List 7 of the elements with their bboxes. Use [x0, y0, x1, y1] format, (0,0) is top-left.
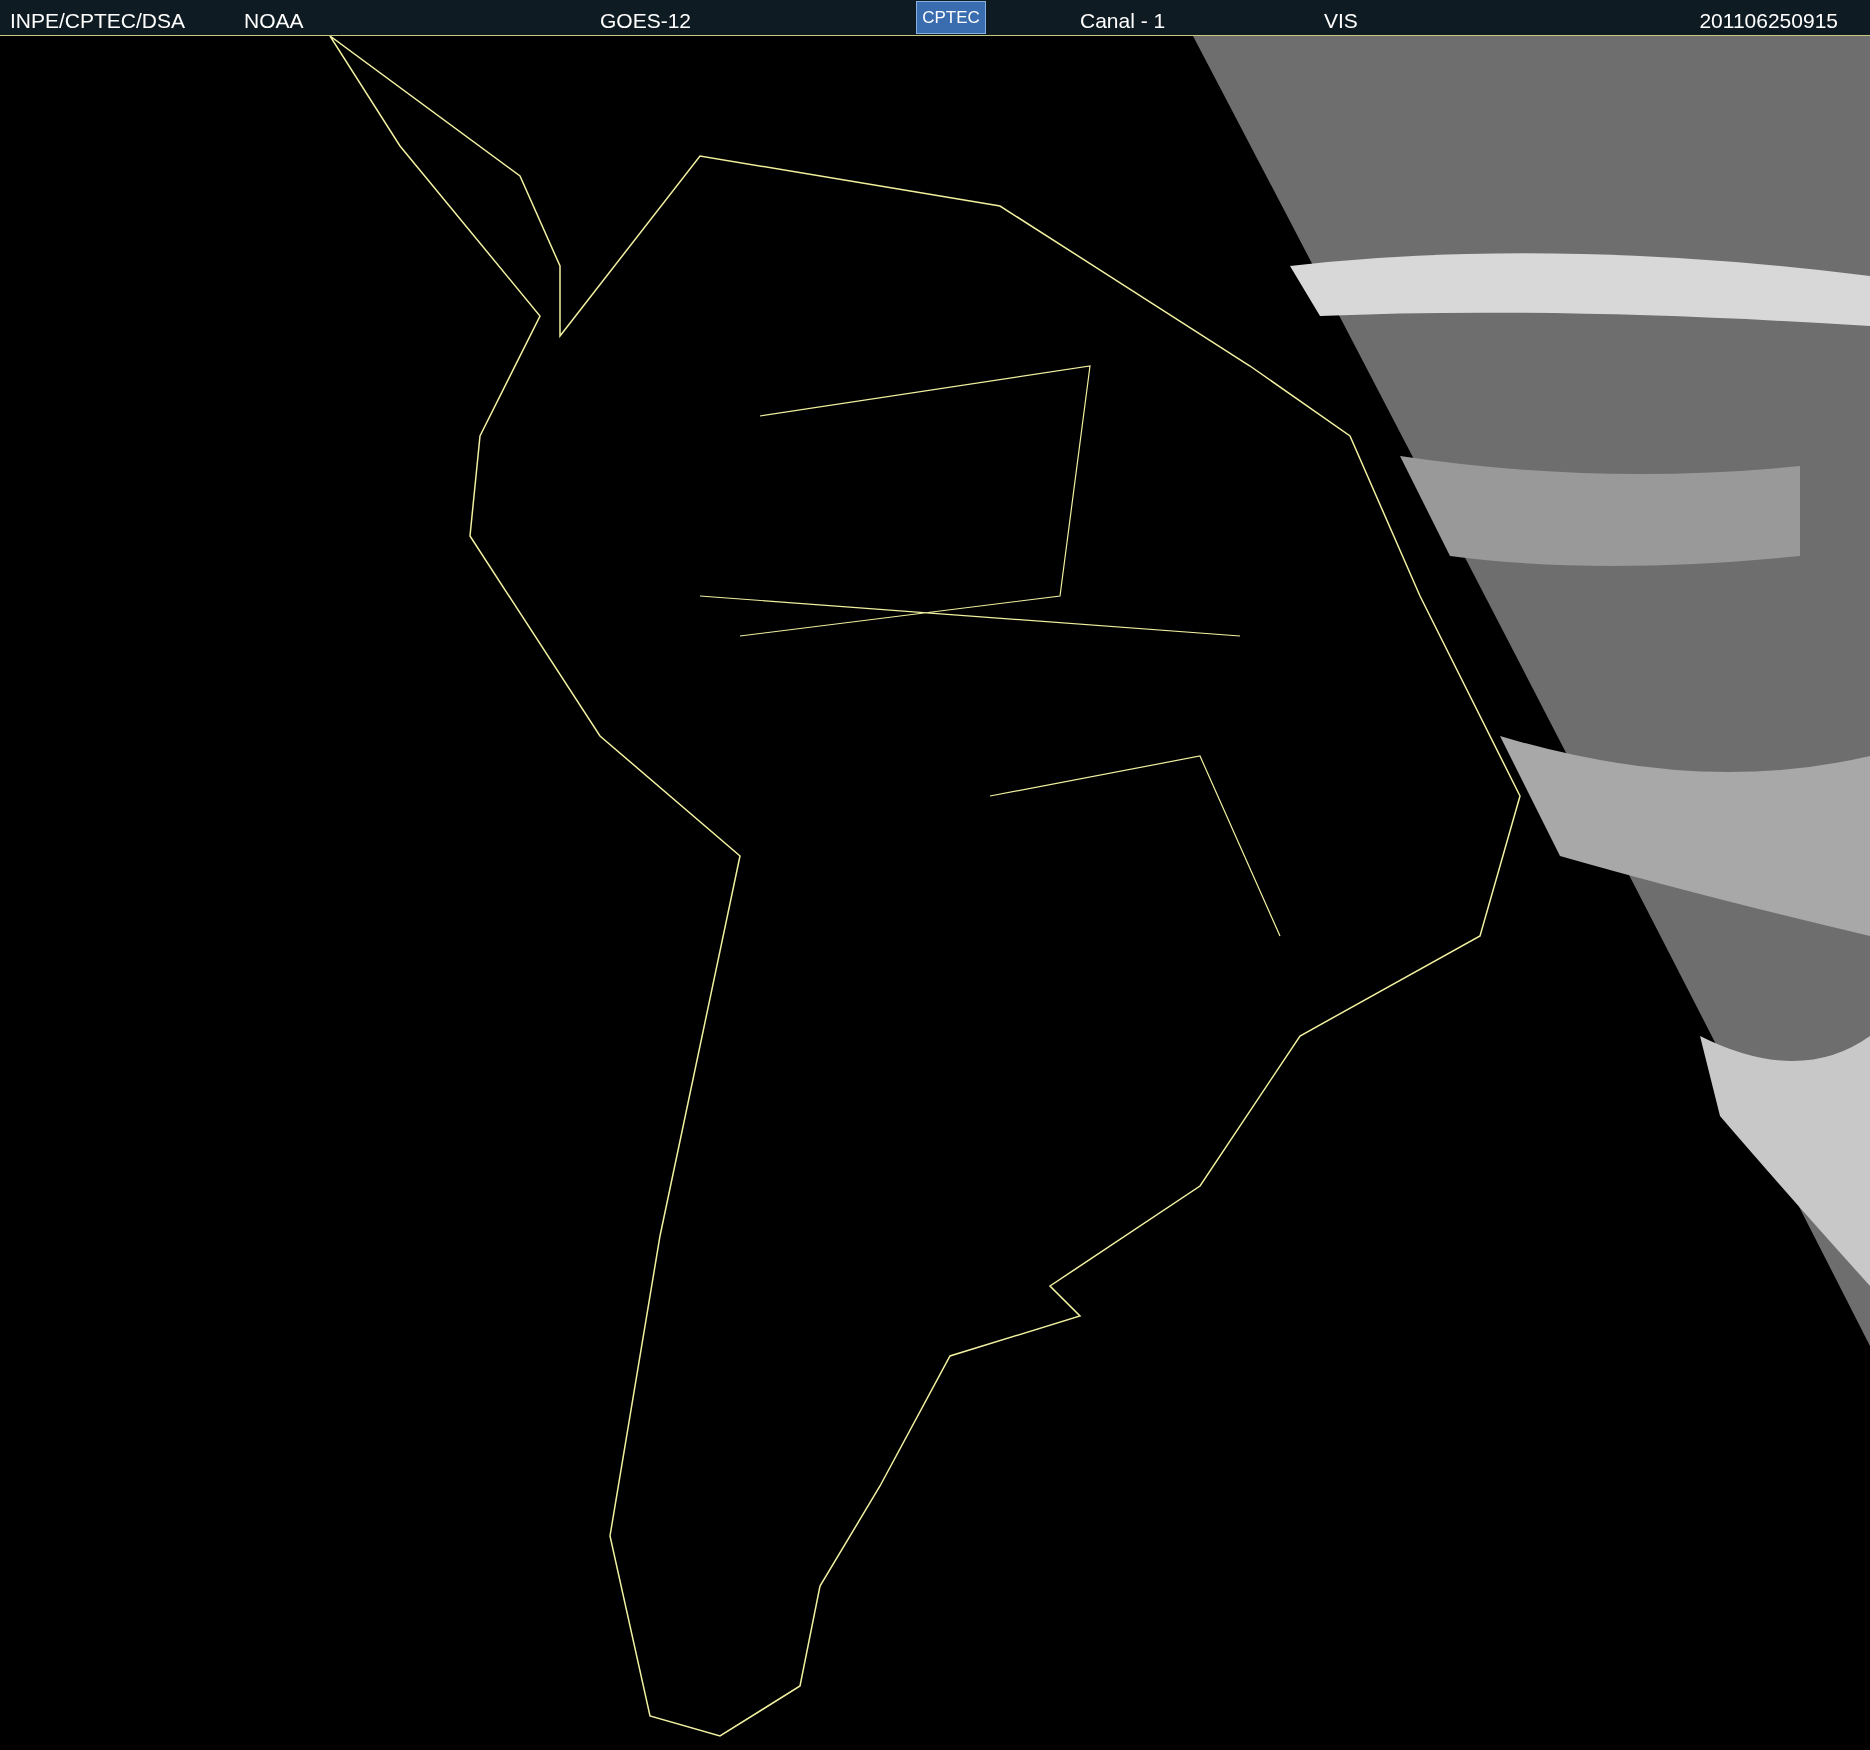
header-text: VIS	[1324, 8, 1358, 34]
header-text: Canal - 1	[1080, 8, 1166, 34]
header-text: GOES-12	[600, 8, 692, 34]
header-text: NOAA	[244, 8, 304, 34]
header-text: INPE/CPTEC/DSA	[10, 8, 186, 34]
timestamp: 201106250915	[1699, 8, 1838, 34]
logo: CPTEC	[916, 1, 986, 34]
